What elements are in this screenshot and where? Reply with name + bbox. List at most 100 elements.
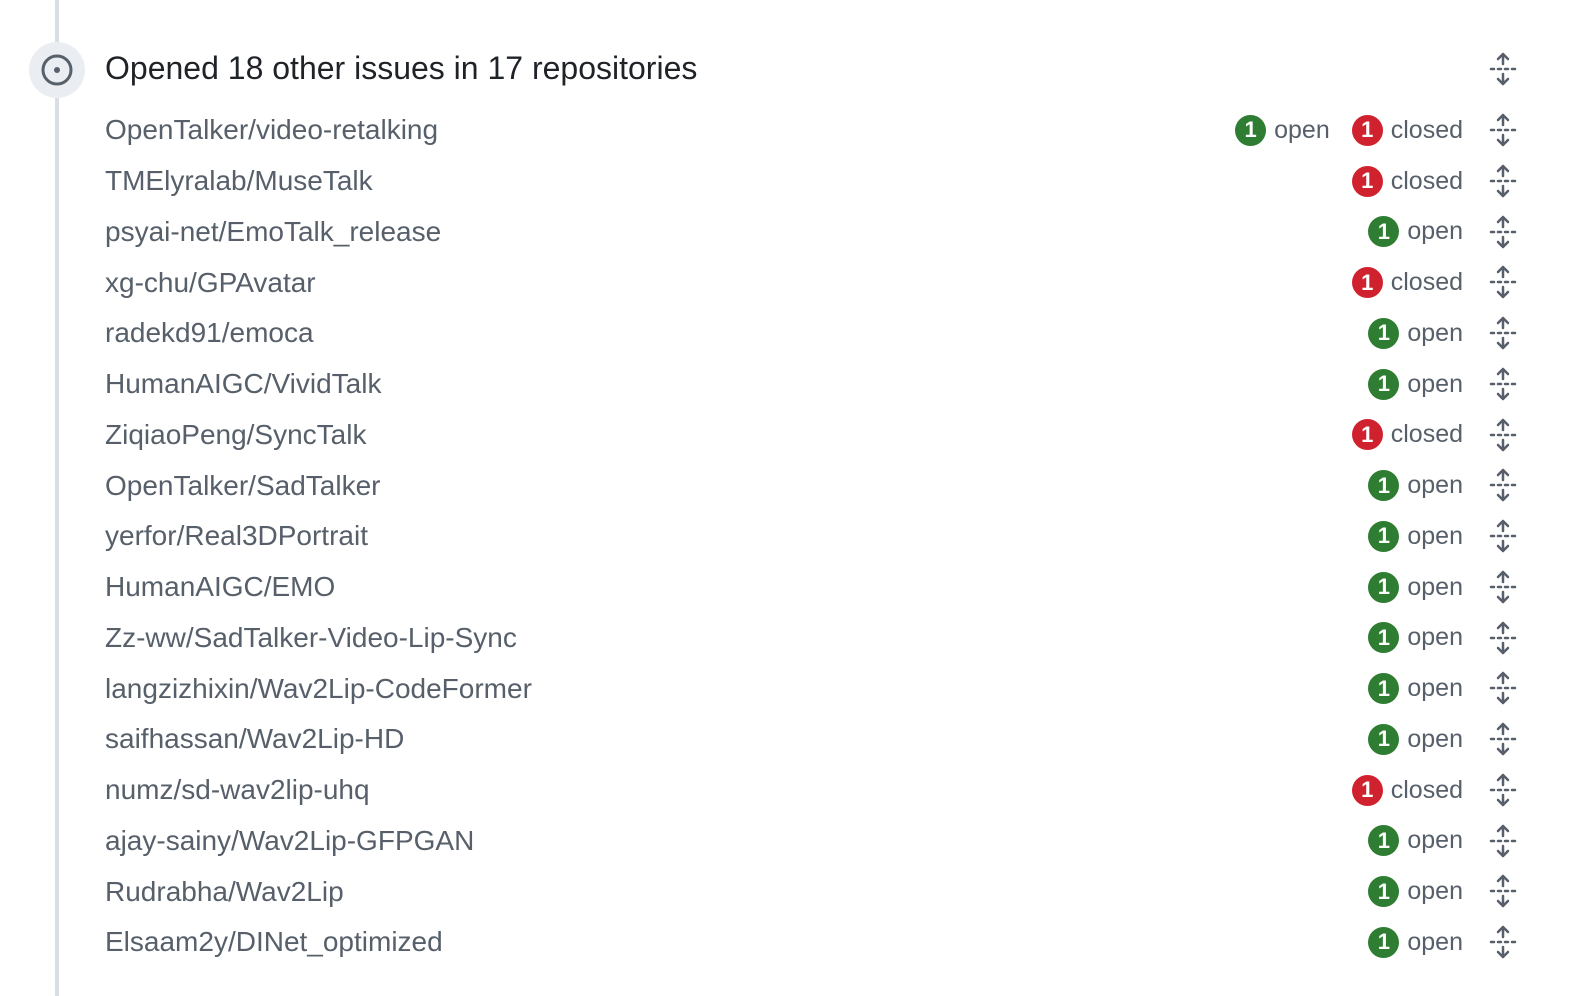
unfold-icon[interactable] — [1486, 519, 1520, 553]
repo-row: OpenTalker/video-retalking 1 open 1 closed — [105, 105, 1525, 156]
repo-list: OpenTalker/video-retalking 1 open 1 closed TM… — [105, 105, 1525, 968]
issue-counts: 1 open — [1346, 926, 1463, 958]
unfold-icon[interactable] — [1486, 874, 1520, 908]
open-label: open — [1407, 724, 1463, 753]
unfold-icon[interactable] — [1486, 722, 1520, 756]
repo-link[interactable]: saifhassan/Wav2Lip-HD — [105, 723, 1346, 755]
issue-counts: 1 open — [1346, 520, 1463, 552]
unfold-icon[interactable] — [1486, 925, 1520, 959]
repo-row: radekd91/emoca 1 open — [105, 308, 1525, 359]
repo-link[interactable]: Zz-ww/SadTalker-Video-Lip-Sync — [105, 622, 1346, 654]
issue-counts: 1 open — [1346, 673, 1463, 705]
repo-row: HumanAIGC/EMO 1 open — [105, 562, 1525, 613]
closed-count-badge: 1 — [1351, 267, 1383, 299]
repo-row: TMElyralab/MuseTalk 1 closed — [105, 156, 1525, 207]
open-label: open — [1407, 927, 1463, 956]
repo-link[interactable]: TMElyralab/MuseTalk — [105, 165, 1330, 197]
issue-counts: 1 closed — [1330, 267, 1463, 299]
open-count-badge: 1 — [1368, 825, 1400, 857]
repo-row: OpenTalker/SadTalker 1 open — [105, 460, 1525, 511]
unfold-icon[interactable] — [1486, 164, 1520, 198]
open-count[interactable]: 1 open — [1368, 368, 1463, 400]
open-count-badge: 1 — [1368, 317, 1400, 349]
repo-link[interactable]: radekd91/emoca — [105, 317, 1346, 349]
open-count-badge: 1 — [1368, 571, 1400, 603]
closed-label: closed — [1390, 166, 1463, 195]
issue-opened-icon — [29, 42, 85, 98]
unfold-icon[interactable] — [1486, 468, 1520, 502]
repo-link[interactable]: ajay-sainy/Wav2Lip-GFPGAN — [105, 825, 1346, 857]
repo-row: langzizhixin/Wav2Lip-CodeFormer 1 open — [105, 663, 1525, 714]
repo-link[interactable]: HumanAIGC/EMO — [105, 571, 1346, 603]
unfold-icon[interactable] — [1486, 265, 1520, 299]
unfold-icon[interactable] — [1486, 773, 1520, 807]
repo-link[interactable]: numz/sd-wav2lip-uhq — [105, 774, 1330, 806]
unfold-icon[interactable] — [1486, 824, 1520, 858]
open-label: open — [1407, 826, 1463, 855]
issue-counts: 1 open — [1346, 571, 1463, 603]
issue-counts: 1 open — [1346, 876, 1463, 908]
open-count[interactable]: 1 open — [1368, 520, 1463, 552]
issue-counts: 1 open — [1346, 825, 1463, 857]
open-label: open — [1407, 674, 1463, 703]
unfold-icon[interactable] — [1486, 367, 1520, 401]
closed-count[interactable]: 1 closed — [1351, 419, 1463, 451]
issue-counts: 1 open — [1346, 470, 1463, 502]
open-count[interactable]: 1 open — [1368, 673, 1463, 705]
open-label: open — [1407, 521, 1463, 550]
open-label: open — [1407, 369, 1463, 398]
open-count-badge: 1 — [1368, 673, 1400, 705]
repo-link[interactable]: Rudrabha/Wav2Lip — [105, 876, 1346, 908]
issue-counts: 1 open 1 closed — [1213, 114, 1463, 146]
closed-count-badge: 1 — [1351, 774, 1383, 806]
repo-row: xg-chu/GPAvatar 1 closed — [105, 257, 1525, 308]
closed-count[interactable]: 1 closed — [1351, 165, 1463, 197]
open-label: open — [1407, 623, 1463, 652]
closed-count-badge: 1 — [1351, 419, 1383, 451]
repo-link[interactable]: xg-chu/GPAvatar — [105, 267, 1330, 299]
open-count-badge: 1 — [1368, 368, 1400, 400]
open-count[interactable]: 1 open — [1368, 926, 1463, 958]
unfold-icon[interactable] — [1486, 215, 1520, 249]
unfold-icon[interactable] — [1486, 671, 1520, 705]
repo-row: ZiqiaoPeng/SyncTalk 1 closed — [105, 410, 1525, 461]
repo-link[interactable]: OpenTalker/SadTalker — [105, 470, 1346, 502]
repo-link[interactable]: psyai-net/EmoTalk_release — [105, 216, 1346, 248]
open-count[interactable]: 1 open — [1368, 825, 1463, 857]
issue-counts: 1 open — [1346, 723, 1463, 755]
closed-count[interactable]: 1 closed — [1351, 267, 1463, 299]
repo-link[interactable]: OpenTalker/video-retalking — [105, 114, 1213, 146]
open-count[interactable]: 1 open — [1368, 622, 1463, 654]
closed-label: closed — [1390, 420, 1463, 449]
open-label: open — [1407, 572, 1463, 601]
open-count-badge: 1 — [1235, 114, 1267, 146]
repo-link[interactable]: HumanAIGC/VividTalk — [105, 368, 1346, 400]
timeline-line — [55, 0, 59, 996]
open-count-badge: 1 — [1368, 723, 1400, 755]
open-count[interactable]: 1 open — [1368, 317, 1463, 349]
unfold-icon[interactable] — [1486, 418, 1520, 452]
closed-count[interactable]: 1 closed — [1351, 774, 1463, 806]
repo-row: ajay-sainy/Wav2Lip-GFPGAN 1 open — [105, 816, 1525, 867]
repo-link[interactable]: Elsaam2y/DINet_optimized — [105, 926, 1346, 958]
repo-link[interactable]: ZiqiaoPeng/SyncTalk — [105, 419, 1330, 451]
open-count[interactable]: 1 open — [1368, 876, 1463, 908]
open-label: open — [1407, 217, 1463, 246]
open-count[interactable]: 1 open — [1368, 470, 1463, 502]
unfold-icon[interactable] — [1486, 113, 1520, 147]
repo-row: HumanAIGC/VividTalk 1 open — [105, 359, 1525, 410]
open-count[interactable]: 1 open — [1368, 216, 1463, 248]
issue-counts: 1 closed — [1330, 774, 1463, 806]
unfold-icon[interactable] — [1486, 570, 1520, 604]
fold-icon[interactable] — [1486, 52, 1520, 86]
closed-count[interactable]: 1 closed — [1351, 114, 1463, 146]
open-count-badge: 1 — [1368, 622, 1400, 654]
issue-counts: 1 open — [1346, 622, 1463, 654]
open-count[interactable]: 1 open — [1235, 114, 1330, 146]
unfold-icon[interactable] — [1486, 621, 1520, 655]
unfold-icon[interactable] — [1486, 316, 1520, 350]
repo-link[interactable]: langzizhixin/Wav2Lip-CodeFormer — [105, 673, 1346, 705]
repo-link[interactable]: yerfor/Real3DPortrait — [105, 520, 1346, 552]
open-count[interactable]: 1 open — [1368, 723, 1463, 755]
open-count[interactable]: 1 open — [1368, 571, 1463, 603]
